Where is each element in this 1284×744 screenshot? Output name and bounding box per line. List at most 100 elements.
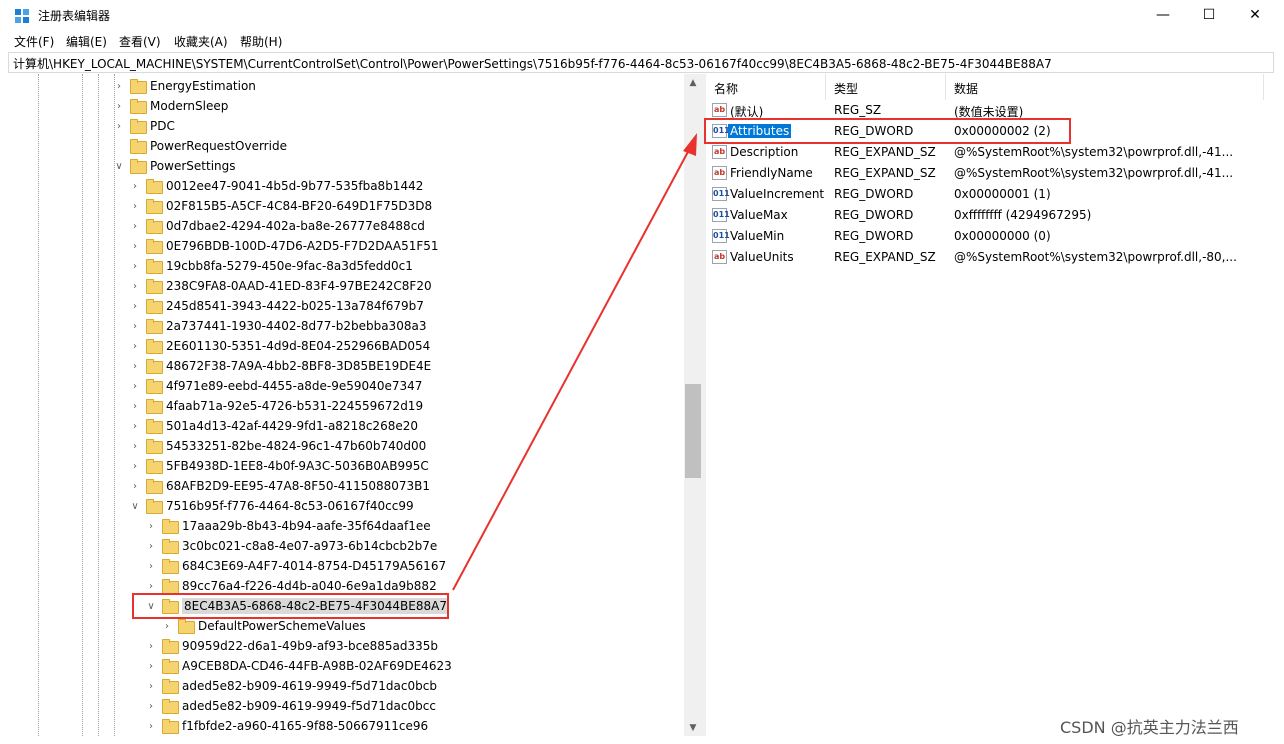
column-header-type[interactable]: 类型 [826, 74, 946, 100]
chevron-right-icon[interactable]: › [128, 259, 142, 273]
menu-help[interactable]: 帮助(H) [240, 33, 282, 50]
tree-node[interactable]: › 17aaa29b-8b43-4b94-aafe-35f64daaf1ee [144, 516, 431, 536]
tree-node[interactable]: ∨ 7516b95f-f776-4464-8c53-06167f40cc99 [128, 496, 414, 516]
chevron-right-icon[interactable]: › [128, 319, 142, 333]
tree-node-label: 0E796BDB-100D-47D6-A2D5-F7D2DAA51F51 [166, 239, 439, 253]
tree-node[interactable]: › 4f971e89-eebd-4455-a8de-9e59040e7347 [128, 376, 422, 396]
tree-node[interactable]: › 2a737441-1930-4402-8d77-b2bebba308a3 [128, 316, 426, 336]
tree-node[interactable]: › 48672F38-7A9A-4bb2-8BF8-3D85BE19DE4E [128, 356, 431, 376]
chevron-right-icon[interactable]: › [128, 199, 142, 213]
chevron-right-icon[interactable]: › [128, 179, 142, 193]
chevron-right-icon[interactable]: › [128, 339, 142, 353]
chevron-right-icon[interactable]: › [128, 419, 142, 433]
chevron-down-icon[interactable]: ∨ [112, 159, 126, 173]
folder-icon [162, 539, 179, 554]
chevron-right-icon[interactable]: › [144, 539, 158, 553]
folder-icon [146, 299, 163, 314]
chevron-right-icon[interactable]: › [144, 579, 158, 593]
value-row[interactable]: ab Description REG_EXPAND_SZ @%SystemRoot%\… [706, 142, 1276, 163]
chevron-right-icon[interactable]: › [128, 239, 142, 253]
scroll-up-arrow-icon[interactable]: ▲ [684, 74, 702, 91]
chevron-right-icon[interactable]: › [128, 219, 142, 233]
chevron-right-icon[interactable]: › [144, 519, 158, 533]
column-header-name[interactable]: 名称 [706, 74, 826, 100]
address-bar[interactable]: 计算机\HKEY_LOCAL_MACHINE\SYSTEM\CurrentCon… [8, 52, 1274, 73]
tree-node[interactable]: › 245d8541-3943-4422-b025-13a784f679b7 [128, 296, 424, 316]
value-row[interactable]: 011 ValueMax REG_DWORD 0xffffffff (42949672… [706, 205, 1276, 226]
chevron-right-icon[interactable]: › [128, 399, 142, 413]
tree-node[interactable]: › 0E796BDB-100D-47D6-A2D5-F7D2DAA51F51 [128, 236, 439, 256]
value-row[interactable]: 011 ValueIncrement REG_DWORD 0x00000001 (1) [706, 184, 1276, 205]
value-row[interactable]: ab FriendlyName REG_EXPAND_SZ @%SystemRoot%… [706, 163, 1276, 184]
tree-node[interactable]: › DefaultPowerSchemeValues [160, 616, 366, 636]
chevron-right-icon[interactable]: › [160, 619, 174, 633]
tree-node[interactable]: › A9CEB8DA-CD46-44FB-A98B-02AF69DE4623 [144, 656, 452, 676]
tree-node[interactable]: › 90959d22-d6a1-49b9-af93-bce885ad335b [144, 636, 438, 656]
chevron-right-icon[interactable]: › [144, 639, 158, 653]
tree-node[interactable]: › ModernSleep [112, 96, 228, 116]
tree-scrollbar[interactable]: ▲ ▼ [684, 74, 702, 736]
tree-node-label: 17aaa29b-8b43-4b94-aafe-35f64daaf1ee [182, 519, 431, 533]
menu-edit[interactable]: 编辑(E) [66, 33, 107, 50]
chevron-right-icon[interactable]: › [144, 559, 158, 573]
tree-node[interactable]: › f1fbfde2-a960-4165-9f88-50667911ce96 [144, 716, 428, 736]
tree-node[interactable]: › 4faab71a-92e5-4726-b531-224559672d19 [128, 396, 423, 416]
chevron-right-icon[interactable]: › [144, 659, 158, 673]
chevron-right-icon[interactable]: › [112, 99, 126, 113]
value-row[interactable]: 011 ValueMin REG_DWORD 0x00000000 (0) [706, 226, 1276, 247]
chevron-right-icon[interactable]: › [128, 379, 142, 393]
tree-node[interactable]: › 0d7dbae2-4294-402a-ba8e-26777e8488cd [128, 216, 425, 236]
chevron-right-icon[interactable]: › [112, 79, 126, 93]
chevron-right-icon[interactable]: › [144, 699, 158, 713]
scroll-down-arrow-icon[interactable]: ▼ [684, 719, 702, 736]
tree-node[interactable]: › aded5e82-b909-4619-9949-f5d71dac0bcb [144, 676, 437, 696]
menu-favorites[interactable]: 收藏夹(A) [174, 33, 228, 50]
value-list[interactable]: 名称 类型 数据 ab (默认) REG_SZ (数值未设置) 011 Attribute… [706, 74, 1276, 736]
tree-node[interactable]: › 19cbb8fa-5279-450e-9fac-8a3d5fedd0c1 [128, 256, 413, 276]
tree-node[interactable]: › 0012ee47-9041-4b5d-9b77-535fba8b1442 [128, 176, 423, 196]
tree-node-label: 89cc76a4-f226-4d4b-a040-6e9a1da9b882 [182, 579, 437, 593]
chevron-right-icon[interactable]: › [128, 299, 142, 313]
tree-node-label: 684C3E69-A4F7-4014-8754-D45179A56167 [182, 559, 447, 573]
tree-node[interactable]: PowerRequestOverride [112, 136, 287, 156]
value-row[interactable]: ab ValueUnits REG_EXPAND_SZ @%SystemRoot%\s… [706, 247, 1276, 268]
menu-file[interactable]: 文件(F) [14, 33, 54, 50]
tree-node[interactable]: › 5FB4938D-1EE8-4b0f-9A3C-5036B0AB995C [128, 456, 429, 476]
tree-node[interactable]: › aded5e82-b909-4619-9949-f5d71dac0bcc [144, 696, 436, 716]
chevron-right-icon[interactable]: › [128, 459, 142, 473]
tree-node-label: 0d7dbae2-4294-402a-ba8e-26777e8488cd [166, 219, 425, 233]
tree-node-label: 90959d22-d6a1-49b9-af93-bce885ad335b [182, 639, 438, 653]
chevron-right-icon[interactable]: › [128, 279, 142, 293]
chevron-right-icon[interactable]: › [144, 719, 158, 733]
value-name: Description [730, 145, 799, 159]
tree-node[interactable]: › 684C3E69-A4F7-4014-8754-D45179A56167 [144, 556, 446, 576]
maximize-button[interactable]: ☐ [1186, 0, 1232, 30]
tree-node[interactable]: › 02F815B5-A5CF-4C84-BF20-649D1F75D3D8 [128, 196, 432, 216]
minimize-button[interactable]: — [1140, 0, 1186, 30]
value-name: ValueIncrement [730, 187, 825, 201]
tree-node[interactable]: › PDC [112, 116, 175, 136]
tree-node[interactable]: › 68AFB2D9-EE95-47A8-8F50-4115088073B1 [128, 476, 430, 496]
chevron-right-icon[interactable]: › [128, 479, 142, 493]
close-button[interactable]: ✕ [1232, 0, 1278, 30]
tree-node[interactable]: › 501a4d13-42af-4429-9fd1-a8218c268e20 [128, 416, 418, 436]
chevron-right-icon[interactable]: › [128, 439, 142, 453]
folder-icon [146, 279, 163, 294]
chevron-right-icon[interactable]: › [144, 679, 158, 693]
column-header-data[interactable]: 数据 [946, 74, 1264, 100]
tree-node[interactable]: › 2E601130-5351-4d9d-8E04-252966BAD054 [128, 336, 430, 356]
key-tree[interactable]: ▲ ▼ › EnergyEstimation › ModernSleep › PDC Pow… [8, 74, 702, 736]
folder-icon [162, 579, 179, 594]
tree-node[interactable]: ∨ PowerSettings [112, 156, 236, 176]
tree-node[interactable]: › EnergyEstimation [112, 76, 256, 96]
tree-node[interactable]: › 238C9FA8-0AAD-41ED-83F4-97BE242C8F20 [128, 276, 432, 296]
tree-node[interactable]: › 3c0bc021-c8a8-4e07-a973-6b14cbcb2b7e [144, 536, 437, 556]
scroll-thumb[interactable] [685, 384, 701, 478]
folder-icon [146, 419, 163, 434]
menu-view[interactable]: 查看(V) [119, 33, 161, 50]
tree-node-label: aded5e82-b909-4619-9949-f5d71dac0bcc [182, 699, 436, 713]
chevron-right-icon[interactable]: › [128, 359, 142, 373]
tree-node[interactable]: › 54533251-82be-4824-96c1-47b60b740d00 [128, 436, 426, 456]
chevron-down-icon[interactable]: ∨ [128, 499, 142, 513]
chevron-right-icon[interactable]: › [112, 119, 126, 133]
